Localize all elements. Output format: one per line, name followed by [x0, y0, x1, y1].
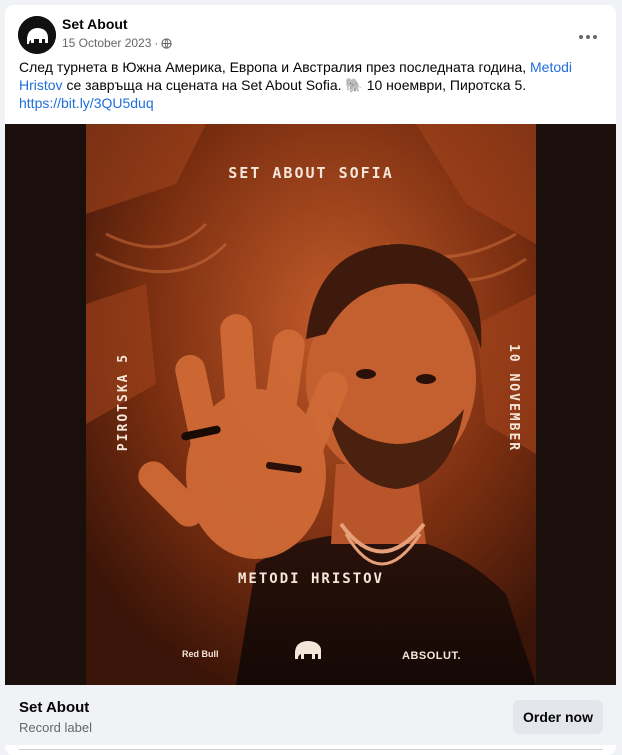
order-now-button[interactable]: Order now [513, 700, 603, 734]
caption-url-link[interactable]: https://bit.ly/3QU5duq [19, 95, 154, 111]
post-caption: След турнета в Южна Америка, Европа и Ав… [19, 58, 604, 112]
absolut-logo: ABSOLUT. [402, 650, 461, 662]
redbull-logo: Red Bull [182, 649, 219, 659]
more-options-icon [579, 35, 597, 39]
cta-page-category: Record label [19, 720, 92, 735]
elephant-avatar-icon [18, 16, 56, 54]
caption-text-start: След турнета в Южна Америка, Европа и Ав… [19, 59, 531, 75]
meta-separator: · [154, 36, 159, 50]
more-options-button[interactable] [570, 19, 606, 55]
poster-venue: PIROTSKA 5 [116, 352, 131, 452]
poster-artwork [86, 124, 536, 685]
globe-icon [161, 37, 173, 49]
post-date[interactable]: 15 October 2023 [62, 36, 151, 50]
poster-date: 10 NOVEMBER [506, 344, 521, 453]
page-avatar[interactable] [18, 16, 56, 54]
divider [19, 749, 603, 750]
cta-footer: Set About Record label Order now [5, 685, 616, 745]
post-meta: 15 October 2023 · [62, 36, 173, 50]
poster-artist-name: METODI HRISTOV [237, 571, 384, 587]
poster-title: SET ABOUT SOFIA [228, 164, 394, 182]
event-poster: SET ABOUT SOFIA PIROTSKA 5 10 NOVEMBER M… [86, 124, 536, 685]
post-header: Set About 15 October 2023 · [5, 5, 616, 61]
elephant-logo-icon [295, 641, 321, 659]
post-image[interactable]: SET ABOUT SOFIA PIROTSKA 5 10 NOVEMBER M… [5, 124, 616, 685]
cta-page-title[interactable]: Set About [19, 699, 89, 716]
post-card: Set About 15 October 2023 · След турнета… [5, 5, 616, 755]
caption-text-end: се завръща на сцената на Set About Sofia… [62, 77, 527, 93]
page-name-link[interactable]: Set About [62, 16, 128, 32]
